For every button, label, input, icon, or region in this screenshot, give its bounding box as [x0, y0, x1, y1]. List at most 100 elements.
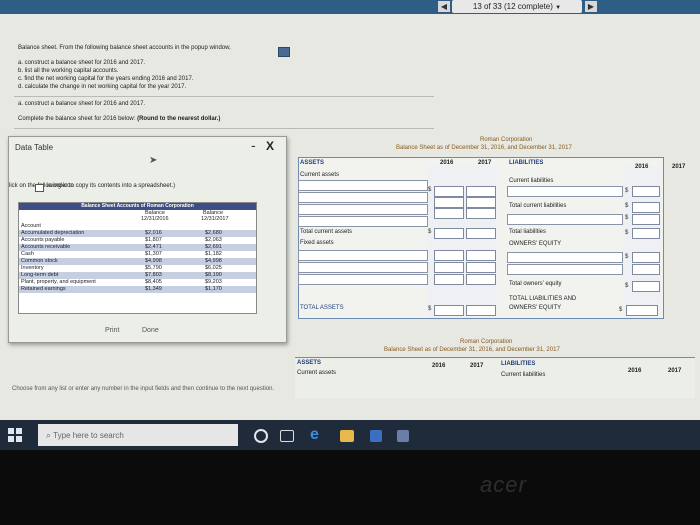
- accounts-table-header: 12/31/2016 12/31/2017: [19, 216, 256, 223]
- store-icon[interactable]: [370, 430, 382, 442]
- table-row: Inventory $5,790 $6,025: [19, 265, 256, 272]
- dollar-sign: $: [625, 230, 629, 236]
- fixed-asset-2017-input[interactable]: [466, 274, 496, 285]
- task-d: d. calculate the change in net working c…: [18, 84, 187, 90]
- row-value-2016: $8,405: [145, 279, 162, 285]
- instruction-note: (Round to the nearest dollar.): [137, 116, 221, 122]
- row-value-2016: $1,307: [145, 251, 162, 257]
- fixed-asset-account-select[interactable]: [298, 274, 428, 285]
- edge-icon[interactable]: e: [310, 427, 326, 443]
- table-row: Accounts receivable $2,471 $2,691: [19, 244, 256, 251]
- question-intro: Balance sheet. From the following balanc…: [18, 45, 231, 51]
- prev-question-button[interactable]: ◀: [438, 1, 450, 12]
- row-label: Inventory: [21, 265, 44, 271]
- fixed-asset-2016-input[interactable]: [434, 250, 464, 261]
- equity-2016-input[interactable]: [632, 264, 660, 275]
- liability-account-select[interactable]: [507, 186, 623, 197]
- asset-2017-input[interactable]: [466, 186, 496, 197]
- asset-account-select[interactable]: [298, 204, 428, 215]
- sheet2-year-2017: 2017: [470, 363, 484, 369]
- equity-2016-input[interactable]: [632, 252, 660, 263]
- total-current-assets-2016-input[interactable]: [434, 228, 464, 239]
- total-assets-2016-input[interactable]: [434, 305, 464, 316]
- total-current-assets-label: Total current assets: [300, 229, 353, 235]
- screen: ◀ 13 of 33 (12 complete) ▼ ▶ Balance she…: [0, 0, 700, 420]
- file-explorer-icon[interactable]: [340, 430, 354, 442]
- done-button[interactable]: Done: [142, 327, 159, 334]
- table-row: Retained earnings $1,349 $1,170: [19, 286, 256, 293]
- table-row: Account: [19, 223, 256, 230]
- question-counter[interactable]: 13 of 33 (12 complete) ▼: [452, 0, 582, 13]
- row-value-2016: $5,790: [145, 265, 162, 271]
- year-2016-header: 2016: [440, 160, 454, 166]
- mail-icon[interactable]: [397, 430, 409, 442]
- table-row: Long-term debt $7,803 $8,190: [19, 272, 256, 279]
- row-label: Plant, property, and equipment: [21, 279, 96, 285]
- asset-2016-input[interactable]: [434, 208, 464, 219]
- sheet2-current-liabilities: Current liabilities: [501, 372, 546, 378]
- accounts-table: Balance Sheet Accounts of Roman Corporat…: [18, 202, 257, 314]
- asset-account-select[interactable]: [298, 192, 428, 203]
- instruction: Complete the balance sheet for 2016 belo…: [18, 116, 220, 122]
- cortana-icon[interactable]: [254, 429, 268, 443]
- year-2016-header: 2016: [635, 164, 649, 170]
- row-label: Accounts receivable: [21, 244, 71, 250]
- sheet2-year-2017: 2017: [668, 368, 682, 374]
- total-liabilities-label: Total liabilities: [509, 229, 547, 235]
- prev-icon: ◀: [440, 2, 448, 11]
- print-button[interactable]: Print: [105, 327, 119, 334]
- total-assets-label: TOTAL ASSETS: [300, 305, 344, 311]
- fixed-asset-2016-input[interactable]: [434, 262, 464, 273]
- total-assets-2017-input[interactable]: [466, 305, 496, 316]
- grid-icon[interactable]: [278, 47, 290, 57]
- asset-account-select[interactable]: [298, 180, 428, 191]
- fixed-asset-2017-input[interactable]: [466, 250, 496, 261]
- sheet-company: Roman Corporation: [480, 137, 533, 143]
- liability-2016-input[interactable]: [632, 214, 660, 225]
- fixed-asset-account-select[interactable]: [298, 250, 428, 261]
- task-a: a. construct a balance sheet for 2016 an…: [18, 60, 146, 66]
- minimize-button[interactable]: -: [251, 137, 256, 153]
- row-label: Long-term debt: [21, 272, 59, 278]
- sheet2-table: [295, 357, 695, 398]
- windows-start-icon[interactable]: [8, 428, 22, 442]
- equity-account-select[interactable]: [507, 252, 623, 263]
- copy-instruction-2: in order to copy its contents into a spr…: [47, 183, 176, 189]
- dollar-sign: $: [428, 187, 432, 193]
- fixed-asset-account-select[interactable]: [298, 262, 428, 273]
- asset-2017-input[interactable]: [466, 197, 496, 208]
- sheet2-company: Roman Corporation: [460, 339, 513, 345]
- dollar-sign: $: [625, 215, 629, 221]
- equity-account-select[interactable]: [507, 264, 623, 275]
- divider: [14, 96, 434, 97]
- question-counter-label: 13 of 33 (12 complete): [472, 2, 553, 11]
- asset-2016-input[interactable]: [434, 197, 464, 208]
- close-button[interactable]: X: [266, 139, 274, 153]
- fixed-asset-2017-input[interactable]: [466, 262, 496, 273]
- fixed-asset-2016-input[interactable]: [434, 274, 464, 285]
- dollar-sign: $: [625, 188, 629, 194]
- liability-account-select[interactable]: [507, 214, 623, 225]
- task-view-icon[interactable]: [280, 430, 294, 442]
- row-label: Account: [21, 223, 41, 229]
- total-liab-equity-2016-input[interactable]: [626, 305, 658, 316]
- copy-icon[interactable]: [35, 184, 44, 192]
- total-current-liabilities-2016-input[interactable]: [632, 202, 660, 213]
- total-liabilities-2016-input[interactable]: [632, 228, 660, 239]
- data-table-popup: Data Table - X ➤ lick on the following i…: [8, 136, 287, 343]
- table-row: Accounts payable $1,807 $2,063: [19, 237, 256, 244]
- row-value-2017: $1,170: [205, 286, 222, 292]
- taskbar-search-input[interactable]: ⌕ Type here to search: [38, 424, 238, 446]
- row-value-2016: $7,803: [145, 272, 162, 278]
- row-value-2017: $2,691: [205, 244, 222, 250]
- row-value-2017: $2,063: [205, 237, 222, 243]
- footer-hint: Choose from any list or enter any number…: [12, 386, 275, 392]
- next-question-button[interactable]: ▶: [585, 1, 597, 12]
- total-owners-equity-2016-input[interactable]: [632, 281, 660, 292]
- liability-2016-input[interactable]: [632, 186, 660, 197]
- search-icon: ⌕: [46, 430, 52, 440]
- asset-2016-input[interactable]: [434, 186, 464, 197]
- asset-2017-input[interactable]: [466, 208, 496, 219]
- asset-account-select[interactable]: [298, 216, 428, 227]
- total-current-assets-2017-input[interactable]: [466, 228, 496, 239]
